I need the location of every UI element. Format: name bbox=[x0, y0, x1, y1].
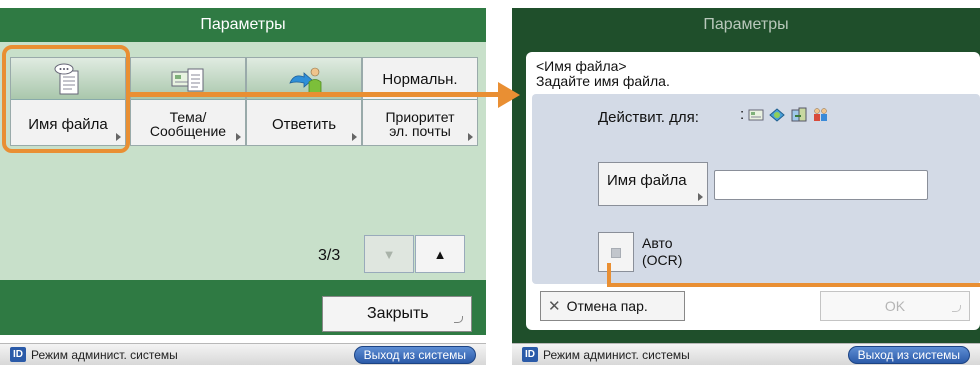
logout-button[interactable]: Выход из системы bbox=[353, 346, 476, 364]
highlight-callout-box bbox=[2, 45, 130, 153]
panel-title: Параметры bbox=[0, 8, 486, 42]
valid-for-separator: : bbox=[740, 106, 745, 123]
ok-button-label: OK bbox=[884, 298, 906, 314]
auto-label: Авто bbox=[642, 235, 673, 251]
tile-label-line2: эл. почты bbox=[389, 123, 451, 139]
ocr-label: (OCR) bbox=[642, 252, 683, 268]
submenu-arrow-icon bbox=[352, 133, 357, 141]
internet-fax-icon bbox=[769, 107, 785, 122]
filename-dialog: <Имя файла> Задайте имя файла. Действит.… bbox=[526, 52, 980, 330]
id-badge-icon: ID bbox=[10, 347, 26, 362]
admin-mode-text: Режим админист. системы bbox=[543, 348, 690, 362]
page-indicator: 3/3 bbox=[318, 247, 341, 264]
cancel-settings-button[interactable]: ✕ Отмена пар. bbox=[540, 291, 685, 321]
ok-button[interactable]: OK bbox=[820, 291, 970, 321]
filename-button-label: Имя файла bbox=[607, 172, 687, 189]
close-button-label: Закрыть bbox=[367, 305, 429, 322]
submenu-arrow-icon bbox=[236, 133, 241, 141]
checkbox-indicator-icon bbox=[611, 248, 621, 258]
close-x-icon: ✕ bbox=[548, 298, 561, 315]
submenu-arrow-icon bbox=[698, 193, 703, 201]
callout-connector-horizontal bbox=[607, 283, 980, 287]
valid-for-icons: : bbox=[740, 106, 830, 123]
filename-dialog-panel: Параметры <Имя файла> Задайте имя файла.… bbox=[512, 0, 980, 365]
cancel-button-label: Отмена пар. bbox=[566, 298, 648, 314]
page-up-button[interactable]: ▲ bbox=[415, 235, 465, 273]
dialog-content-area: Действит. для: : Имя файла Авто (OCR) bbox=[532, 94, 980, 284]
email-priority-tile-button[interactable]: Нормальн. Приоритет эл. почты bbox=[362, 57, 478, 146]
status-bar: ID Режим админист. системы Выход из сист… bbox=[512, 343, 980, 365]
close-button[interactable]: Закрыть bbox=[322, 296, 472, 332]
page-down-button[interactable]: ▼ bbox=[364, 235, 414, 273]
tile-label-line2: Сообщение bbox=[149, 123, 227, 139]
enter-corner-icon bbox=[952, 305, 961, 312]
panel-title: Параметры bbox=[512, 8, 980, 42]
dialog-instruction: Задайте имя файла. bbox=[536, 73, 670, 89]
enter-corner-icon bbox=[454, 316, 463, 323]
admin-mode-text: Режим админист. системы bbox=[31, 348, 178, 362]
settings-panel-left: Параметры Имя файла Тема/ Сообщение Отве… bbox=[0, 0, 486, 365]
valid-for-label: Действит. для: bbox=[598, 109, 699, 126]
screenshot-stage: Параметры Имя файла Тема/ Сообщение Отве… bbox=[0, 0, 980, 365]
auto-ocr-toggle-button[interactable] bbox=[598, 232, 634, 272]
tile-label: Ответить bbox=[271, 115, 337, 133]
callout-arrow-head-icon bbox=[498, 82, 520, 108]
subject-message-tile-button[interactable]: Тема/Сообщение bbox=[130, 57, 246, 146]
filename-input[interactable] bbox=[714, 170, 928, 200]
id-badge-icon: ID bbox=[522, 347, 538, 362]
group-users-icon bbox=[814, 107, 828, 121]
submenu-arrow-icon bbox=[468, 133, 473, 141]
filename-button[interactable]: Имя файла bbox=[598, 162, 708, 206]
email-icon bbox=[748, 109, 764, 120]
callout-arrow-line bbox=[130, 92, 500, 97]
logout-button[interactable]: Выход из системы bbox=[847, 346, 970, 364]
reply-tile-button[interactable]: Ответить bbox=[246, 57, 362, 146]
file-server-icon bbox=[791, 107, 807, 121]
status-bar: ID Режим админист. системы Выход из сист… bbox=[0, 343, 486, 365]
dialog-heading: <Имя файла> bbox=[536, 58, 627, 74]
